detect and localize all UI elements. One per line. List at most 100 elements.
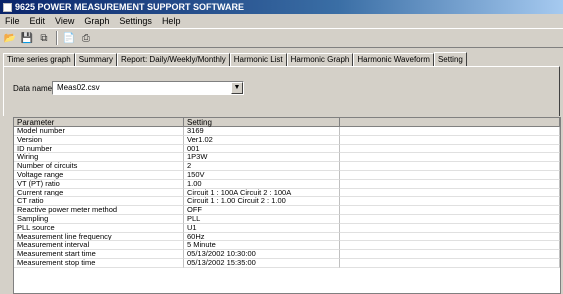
parameter-cell: Voltage range bbox=[14, 170, 184, 180]
toolbar-separator bbox=[56, 31, 58, 45]
table-row[interactable]: Measurement start time 05/13/2002 10:30:0… bbox=[14, 250, 560, 259]
table-row[interactable]: Measurement stop time 05/13/2002 15:35:00 bbox=[14, 258, 560, 268]
toolbar: 📂 💾 ⧉ 📄 ⎙ bbox=[0, 28, 563, 48]
table-row[interactable]: Voltage range 150V bbox=[14, 170, 560, 180]
tab-harmonic-graph[interactable]: Harmonic Graph bbox=[286, 53, 354, 66]
table-row[interactable]: PLL source U1 bbox=[14, 223, 560, 233]
tab-time-series-graph[interactable]: Time series graph bbox=[3, 53, 75, 66]
data-name-label: Data name: bbox=[13, 84, 55, 93]
settings-table: Parameter Setting Model number 3169 Versio… bbox=[13, 117, 561, 294]
menu-graph[interactable]: Graph bbox=[79, 16, 114, 26]
parameter-cell: Measurement line frequency bbox=[14, 232, 184, 242]
empty-cell bbox=[340, 206, 560, 215]
copy-icon[interactable]: ⧉ bbox=[37, 31, 51, 45]
empty-cell bbox=[340, 188, 560, 198]
setting-cell: 05/13/2002 10:30:00 bbox=[184, 250, 340, 259]
parameter-cell: PLL source bbox=[14, 223, 184, 233]
empty-cell bbox=[340, 241, 560, 251]
empty-cell bbox=[340, 258, 560, 268]
table-row[interactable]: Measurement line frequency 60Hz bbox=[14, 232, 560, 242]
table-row[interactable]: Current range Circuit 1 : 100A Circuit 2 … bbox=[14, 188, 560, 198]
empty-cell bbox=[340, 223, 560, 233]
tab-strip: Time series graph Summary Report: Daily/… bbox=[3, 52, 467, 67]
table-row[interactable]: Number of circuits 2 bbox=[14, 162, 560, 171]
table-body: Model number 3169 Version Ver1.02 ID number 0… bbox=[14, 127, 560, 268]
setting-cell: 1P3W bbox=[184, 153, 340, 163]
preview-icon[interactable]: 📄 bbox=[62, 31, 76, 45]
setting-cell: 2 bbox=[184, 162, 340, 171]
empty-cell bbox=[340, 250, 560, 259]
open-folder-icon[interactable]: 📂 bbox=[3, 31, 17, 45]
menu-settings[interactable]: Settings bbox=[114, 16, 157, 26]
table-row[interactable]: Measurement interval 5 Minute bbox=[14, 241, 560, 251]
column-header-empty bbox=[340, 118, 560, 127]
data-name-select[interactable]: Meas02.csv ▼ bbox=[52, 81, 244, 95]
app-window: 9625 POWER MEASUREMENT SUPPORT SOFTWARE … bbox=[0, 0, 563, 294]
setting-cell: 5 Minute bbox=[184, 241, 340, 251]
table-row[interactable]: Reactive power meter method OFF bbox=[14, 206, 560, 215]
empty-cell bbox=[340, 232, 560, 242]
data-name-value: Meas02.csv bbox=[57, 83, 100, 92]
parameter-cell: Sampling bbox=[14, 214, 184, 224]
window-title: 9625 POWER MEASUREMENT SUPPORT SOFTWARE bbox=[15, 2, 245, 12]
empty-cell bbox=[340, 170, 560, 180]
menu-help[interactable]: Help bbox=[157, 16, 186, 26]
setting-cell: Circuit 1 : 100A Circuit 2 : 100A bbox=[184, 188, 340, 198]
setting-cell: 1.00 bbox=[184, 179, 340, 189]
empty-cell bbox=[340, 127, 560, 136]
column-header-parameter[interactable]: Parameter bbox=[14, 118, 184, 127]
parameter-cell: Wiring bbox=[14, 153, 184, 163]
empty-cell bbox=[340, 135, 560, 145]
parameter-cell: Model number bbox=[14, 127, 184, 136]
chevron-down-icon[interactable]: ▼ bbox=[231, 82, 243, 94]
menu-edit[interactable]: Edit bbox=[25, 16, 51, 26]
parameter-cell: Number of circuits bbox=[14, 162, 184, 171]
tab-summary[interactable]: Summary bbox=[74, 53, 117, 66]
menu-view[interactable]: View bbox=[50, 16, 79, 26]
empty-cell bbox=[340, 214, 560, 224]
setting-cell: OFF bbox=[184, 206, 340, 215]
table-header: Parameter Setting bbox=[14, 118, 560, 127]
setting-cell: 60Hz bbox=[184, 232, 340, 242]
title-bar[interactable]: 9625 POWER MEASUREMENT SUPPORT SOFTWARE bbox=[0, 0, 563, 14]
tab-harmonic-list[interactable]: Harmonic List bbox=[229, 53, 287, 66]
setting-cell: 150V bbox=[184, 170, 340, 180]
print-icon[interactable]: ⎙ bbox=[79, 31, 93, 45]
parameter-cell: Measurement stop time bbox=[14, 258, 184, 268]
tab-report[interactable]: Report: Daily/Weekly/Monthly bbox=[116, 53, 230, 66]
table-row[interactable]: Version Ver1.02 bbox=[14, 135, 560, 145]
table-row[interactable]: VT (PT) ratio 1.00 bbox=[14, 179, 560, 189]
menu-bar: File Edit View Graph Settings Help bbox=[0, 14, 563, 27]
empty-cell bbox=[340, 144, 560, 154]
setting-cell: Circuit 1 : 1.00 Circuit 2 : 1.00 bbox=[184, 197, 340, 207]
setting-cell: PLL bbox=[184, 214, 340, 224]
table-row[interactable]: ID number 001 bbox=[14, 144, 560, 154]
column-header-setting[interactable]: Setting bbox=[184, 118, 340, 127]
parameter-cell: CT ratio bbox=[14, 197, 184, 207]
tab-setting[interactable]: Setting bbox=[433, 52, 467, 67]
setting-cell: Ver1.02 bbox=[184, 135, 340, 145]
parameter-cell: Measurement start time bbox=[14, 250, 184, 259]
app-icon bbox=[3, 2, 12, 12]
setting-cell: 001 bbox=[184, 144, 340, 154]
table-row[interactable]: Wiring 1P3W bbox=[14, 153, 560, 163]
save-icon[interactable]: 💾 bbox=[20, 31, 34, 45]
parameter-cell: Measurement interval bbox=[14, 241, 184, 251]
tab-harmonic-waveform[interactable]: Harmonic Waveform bbox=[353, 53, 434, 66]
parameter-cell: Version bbox=[14, 135, 184, 145]
setting-cell: 3169 bbox=[184, 127, 340, 136]
parameter-cell: ID number bbox=[14, 144, 184, 154]
empty-cell bbox=[340, 153, 560, 163]
menu-file[interactable]: File bbox=[0, 16, 25, 26]
empty-cell bbox=[340, 162, 560, 171]
setting-cell: U1 bbox=[184, 223, 340, 233]
setting-cell: 05/13/2002 15:35:00 bbox=[184, 258, 340, 268]
empty-cell bbox=[340, 197, 560, 207]
table-row[interactable]: Sampling PLL bbox=[14, 214, 560, 224]
table-row[interactable]: Model number 3169 bbox=[14, 127, 560, 136]
table-row[interactable]: CT ratio Circuit 1 : 1.00 Circuit 2 : 1.0… bbox=[14, 197, 560, 207]
empty-cell bbox=[340, 179, 560, 189]
parameter-cell: VT (PT) ratio bbox=[14, 179, 184, 189]
parameter-cell: Reactive power meter method bbox=[14, 206, 184, 215]
parameter-cell: Current range bbox=[14, 188, 184, 198]
